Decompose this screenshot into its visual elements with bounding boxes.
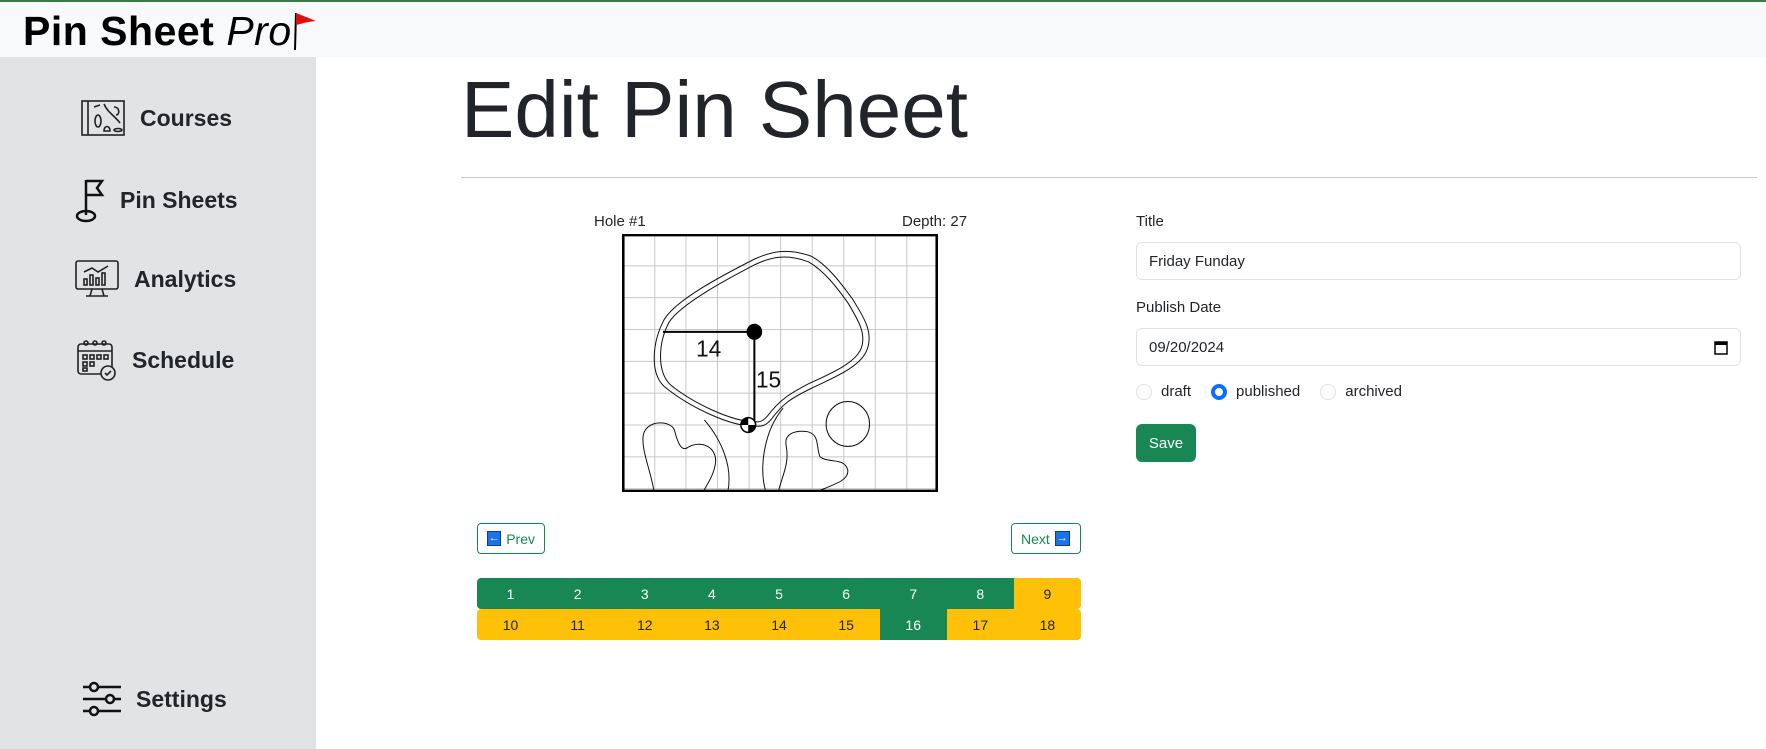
hole-button-15[interactable]: 15 bbox=[812, 609, 880, 640]
sidebar-item-schedule[interactable]: Schedule bbox=[76, 339, 234, 381]
brand-suffix: Pro bbox=[226, 8, 292, 54]
distance-from-front: 15 bbox=[756, 367, 781, 392]
course-map-icon bbox=[81, 100, 125, 136]
sidebar-item-label: Analytics bbox=[134, 265, 237, 292]
title-input[interactable]: Friday Funday bbox=[1136, 242, 1741, 280]
radio-circle[interactable] bbox=[1136, 383, 1152, 400]
sidebar-item-label: Settings bbox=[136, 685, 227, 712]
hole-button-10[interactable]: 10 bbox=[477, 609, 545, 640]
hole-row-front: 123456789 bbox=[477, 578, 1081, 609]
sidebar-item-analytics[interactable]: Analytics bbox=[74, 259, 236, 299]
title-value: Friday Funday bbox=[1149, 252, 1245, 270]
hole-row-back: 10 11 12 13 14 15 16 17 18 bbox=[477, 609, 1081, 640]
arrow-right-icon: → bbox=[1054, 531, 1070, 546]
hole-button-16[interactable]: 16 bbox=[879, 609, 947, 640]
radio-published[interactable]: published bbox=[1211, 383, 1300, 400]
pin-marker bbox=[746, 323, 763, 340]
hole-button-3[interactable]: 3 bbox=[611, 578, 679, 609]
sliders-icon bbox=[83, 681, 121, 717]
sidebar-item-courses[interactable]: Courses bbox=[80, 99, 232, 137]
radio-circle-checked[interactable] bbox=[1211, 383, 1228, 400]
hole-button-2[interactable]: 2 bbox=[544, 578, 612, 609]
calendar-check-icon bbox=[77, 340, 116, 381]
page-title: Edit Pin Sheet bbox=[461, 65, 968, 154]
hole-button-17[interactable]: 17 bbox=[946, 609, 1014, 640]
golf-flag-icon bbox=[75, 179, 105, 223]
brand-name: Pin Sheet bbox=[23, 8, 215, 54]
hole-label: Hole #1 bbox=[594, 213, 646, 230]
sidebar-item-label: Courses bbox=[140, 104, 233, 131]
hole-button-4[interactable]: 4 bbox=[678, 578, 746, 609]
hole-selector: 123456789 10 11 12 13 14 15 16 17 18 bbox=[477, 578, 1081, 640]
hole-button-11[interactable]: 11 bbox=[544, 609, 612, 640]
radio-archived[interactable]: archived bbox=[1320, 383, 1402, 400]
radio-label: draft bbox=[1161, 383, 1192, 400]
radio-circle[interactable] bbox=[1320, 383, 1337, 400]
depth-label: Depth: 27 bbox=[902, 213, 968, 230]
hole-button-7[interactable]: 7 bbox=[879, 578, 947, 609]
publish-date-label: Publish Date bbox=[1136, 299, 1222, 316]
calendar-icon[interactable] bbox=[1714, 340, 1728, 355]
radio-draft[interactable]: draft bbox=[1136, 383, 1191, 400]
hole-button-18[interactable]: 18 bbox=[1013, 609, 1081, 640]
hole-button-6[interactable]: 6 bbox=[812, 578, 880, 609]
prev-label: Prev bbox=[506, 530, 535, 547]
divider bbox=[461, 177, 1757, 178]
analytics-monitor-icon bbox=[75, 260, 119, 297]
save-button[interactable]: Save bbox=[1136, 424, 1196, 462]
radio-label: archived bbox=[1345, 383, 1402, 400]
next-label: Next bbox=[1021, 530, 1050, 547]
status-radio-group: draft published archived bbox=[1136, 383, 1402, 400]
sidebar-item-settings[interactable]: Settings bbox=[82, 681, 227, 717]
radio-label: published bbox=[1236, 383, 1301, 400]
title-label: Title bbox=[1136, 213, 1164, 230]
prev-button[interactable]: ← Prev bbox=[477, 523, 545, 554]
sidebar-item-pin-sheets[interactable]: Pin Sheets bbox=[74, 177, 238, 223]
next-button[interactable]: Next → bbox=[1011, 523, 1081, 554]
flag-icon bbox=[293, 12, 316, 51]
hole-button-9[interactable]: 9 bbox=[1013, 578, 1081, 609]
sidebar-item-label: Schedule bbox=[132, 346, 235, 373]
publish-date-input[interactable]: 09/20/2024 bbox=[1136, 328, 1741, 366]
hole-button-12[interactable]: 12 bbox=[611, 609, 679, 640]
arrow-left-icon: ← bbox=[487, 531, 502, 546]
hole-button-1[interactable]: 1 bbox=[477, 578, 545, 609]
header: Pin Sheet Pro bbox=[0, 2, 1766, 57]
date-value: 09/20/2024 bbox=[1149, 338, 1225, 356]
hole-button-8[interactable]: 8 bbox=[946, 578, 1014, 609]
logo[interactable]: Pin Sheet Pro bbox=[23, 8, 318, 55]
green-diagram[interactable]: 14 15 bbox=[622, 234, 938, 492]
sidebar: Courses Pin Sheets Analytics Schedule Se… bbox=[0, 57, 316, 749]
distance-from-left: 14 bbox=[696, 336, 721, 361]
hole-button-13[interactable]: 13 bbox=[678, 609, 746, 640]
sidebar-item-label: Pin Sheets bbox=[120, 186, 238, 213]
hole-button-5[interactable]: 5 bbox=[745, 578, 813, 609]
hole-button-14[interactable]: 14 bbox=[745, 609, 813, 640]
